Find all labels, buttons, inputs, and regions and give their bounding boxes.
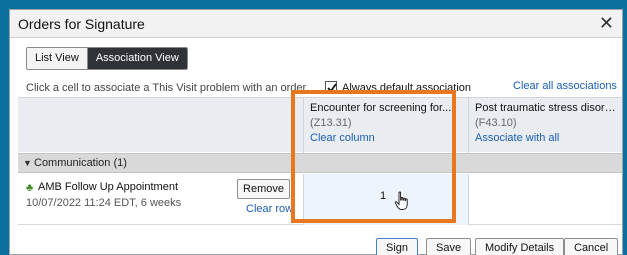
clear-all-associations-link[interactable]: Clear all associations: [513, 80, 617, 92]
tab-association-view[interactable]: Association View: [87, 48, 187, 69]
association-cell-empty[interactable]: [468, 174, 622, 225]
dialog-title: Orders for Signature: [18, 16, 145, 32]
order-status-icon: ♣: [26, 182, 34, 194]
clear-row-link[interactable]: Clear row: [246, 203, 293, 215]
dialog-titlebar: Orders for Signature ✕: [10, 10, 622, 38]
section-label: Communication (1): [34, 157, 127, 169]
association-hint: Click a cell to associate a This Visit p…: [26, 82, 309, 94]
modify-details-button[interactable]: Modify Details: [475, 238, 565, 255]
problem-column-ptsd: Post traumatic stress disord... (F43.10)…: [468, 98, 622, 153]
close-icon[interactable]: ✕: [599, 13, 614, 33]
remove-button[interactable]: Remove: [237, 179, 290, 199]
chevron-down-icon: ▼: [23, 158, 32, 168]
highlight-annotation: [291, 90, 456, 223]
order-name: AMB Follow Up Appointment: [38, 181, 179, 193]
sign-button[interactable]: Sign: [376, 238, 419, 255]
order-meta: 10/07/2022 11:24 EDT, 6 weeks: [26, 197, 182, 209]
tab-list-view[interactable]: List View: [27, 48, 88, 69]
save-button[interactable]: Save: [426, 238, 472, 255]
problem-code: (F43.10): [475, 117, 517, 129]
dialog-footer: Sign Save Modify Details Cancel: [10, 235, 622, 255]
cancel-button[interactable]: Cancel: [564, 238, 619, 255]
view-toggle: List View Association View: [26, 47, 188, 70]
problem-title: Post traumatic stress disord...: [475, 102, 616, 114]
associate-with-all-link[interactable]: Associate with all: [475, 132, 616, 144]
